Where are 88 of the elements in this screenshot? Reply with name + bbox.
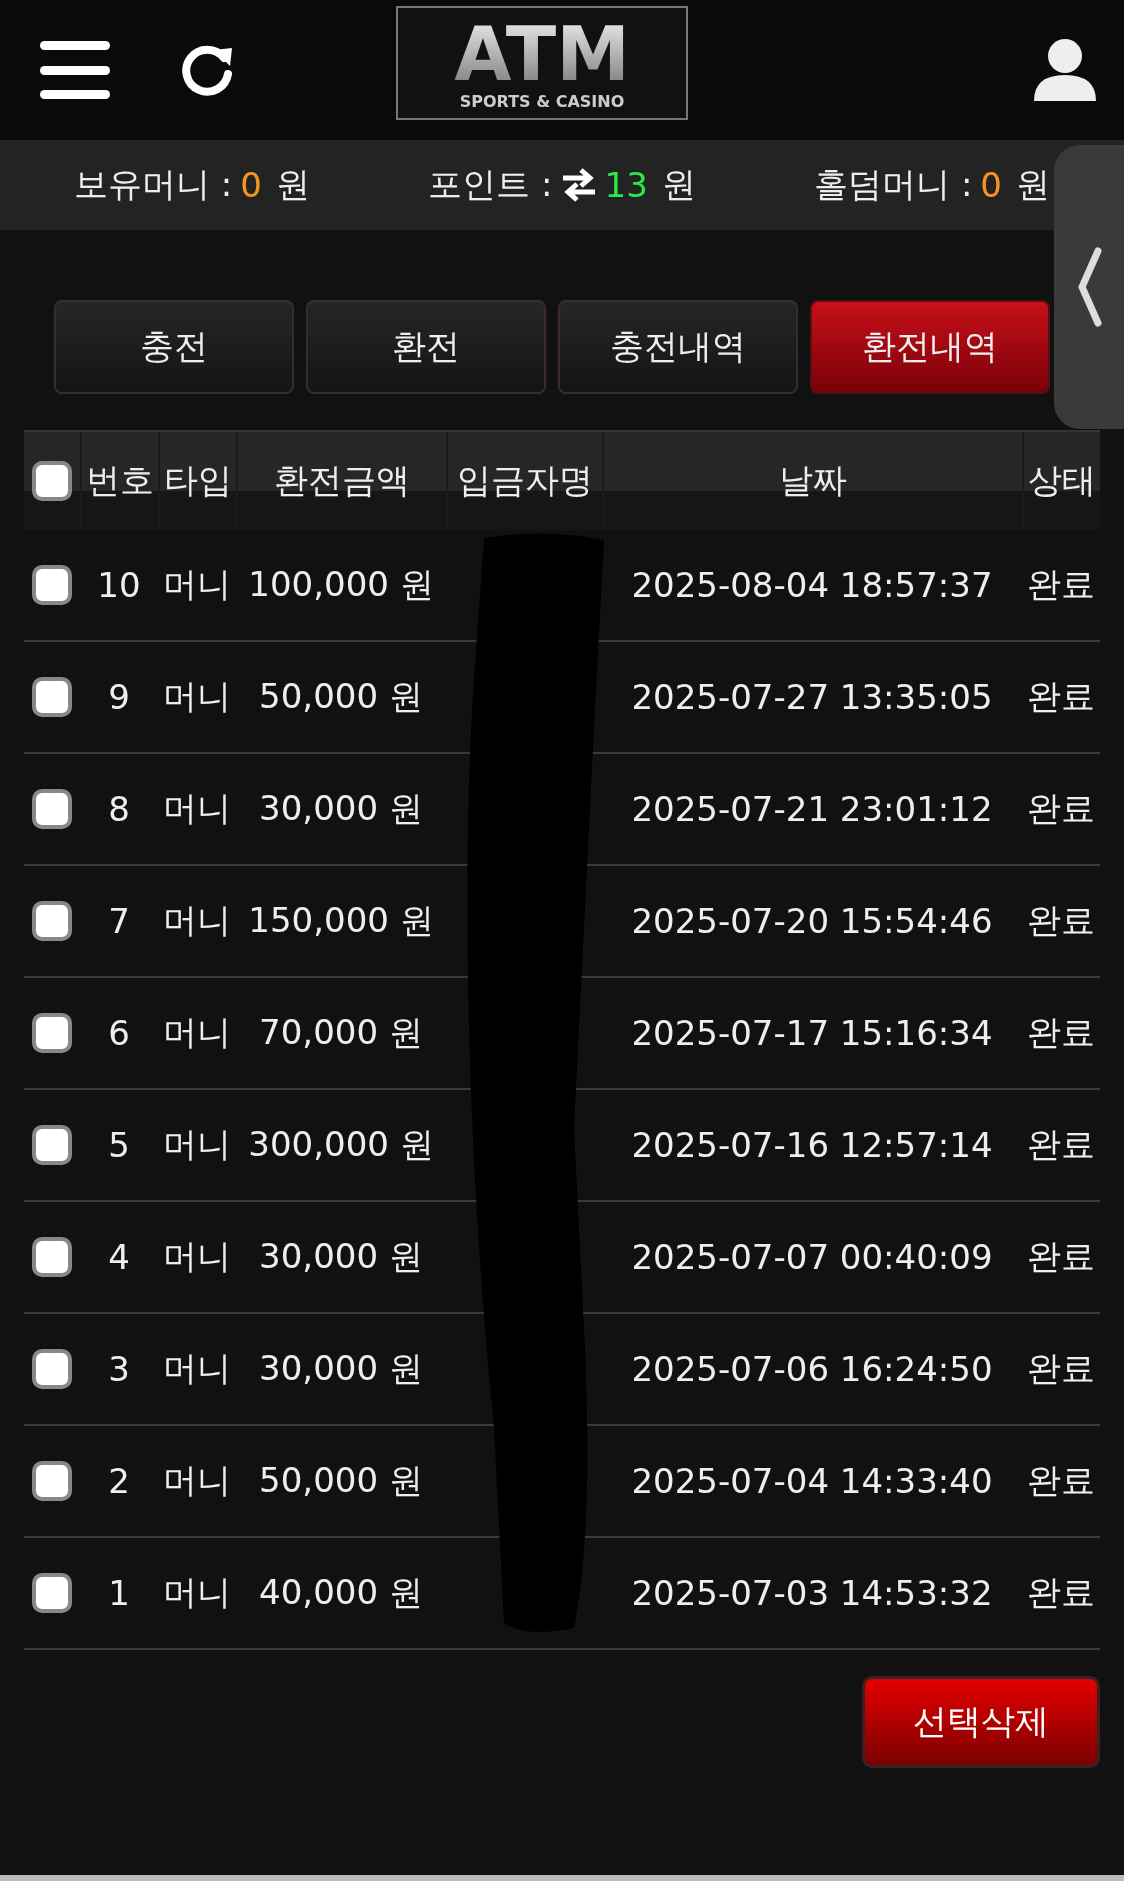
column-header: 환전금액 [236, 432, 446, 530]
checkbox[interactable] [32, 1013, 72, 1053]
delete-selected-button[interactable]: 선택삭제 [862, 1676, 1100, 1768]
table-cell-text: 7 [107, 901, 131, 941]
logo-subtitle: SPORTS & CASINO [459, 91, 625, 111]
tab[interactable]: 환전 [306, 300, 546, 394]
balance-value: 0 [980, 165, 1002, 205]
tab[interactable]: 충전 [54, 300, 294, 394]
table-cell-text: 150,000 원 [247, 899, 435, 942]
currency-unit: 원 [1016, 163, 1050, 206]
balance-label: 보유머니 : [74, 163, 233, 206]
table-cell-text: 2025-07-06 16:24:50 [630, 1349, 994, 1389]
table-cell-text: 30,000 원 [258, 787, 424, 830]
table-cell-text: 8 [107, 789, 131, 829]
table-cell-text: 완료 [1026, 899, 1096, 942]
tab[interactable]: 충전내역 [558, 300, 798, 394]
column-header: 날짜 [602, 432, 1022, 530]
table-cell-text: 2025-07-20 15:54:46 [630, 901, 994, 941]
table-cell-text: 완료 [1026, 1235, 1096, 1278]
table-cell-text: 9 [107, 677, 131, 717]
balance-value: 0 [240, 165, 262, 205]
table-cell-text: 4 [107, 1237, 131, 1277]
table-cell-text: 완료 [1026, 675, 1096, 718]
checkbox[interactable] [32, 1461, 72, 1501]
table-cell-text: 머니 [162, 1571, 232, 1614]
currency-unit: 원 [661, 163, 696, 206]
balance-value: 13 [604, 165, 648, 205]
checkbox[interactable] [32, 1573, 72, 1613]
tab[interactable]: 환전내역 [810, 300, 1050, 394]
logo[interactable]: ATM SPORTS & CASINO [396, 6, 688, 120]
table-cell-text: 머니 [162, 1011, 232, 1054]
checkbox[interactable] [32, 565, 72, 605]
table-cell-text: 완료 [1026, 1571, 1096, 1614]
table-cell-text: 3 [107, 1349, 131, 1389]
column-header: 상태 [1022, 432, 1100, 530]
table-cell-text: 10 [96, 565, 142, 605]
table-cell-text: 300,000 원 [247, 1123, 435, 1166]
table-cell-text: 머니 [162, 563, 232, 606]
table-cell-text: 2025-07-21 23:01:12 [630, 789, 994, 829]
table-cell-text: 완료 [1026, 787, 1096, 830]
currency-unit: 원 [275, 163, 310, 206]
table-cell-text: 머니 [162, 899, 232, 942]
table-cell-text: 완료 [1026, 1123, 1096, 1166]
table-cell-text: 70,000 원 [258, 1011, 424, 1054]
checkbox[interactable] [32, 901, 72, 941]
table-cell-text: 40,000 원 [258, 1571, 424, 1614]
table-cell-text: 6 [107, 1013, 131, 1053]
checkbox[interactable] [32, 1125, 72, 1165]
checkbox[interactable] [32, 461, 72, 501]
table-cell-text: 2025-07-17 15:16:34 [630, 1013, 994, 1053]
chevron-left-icon [1076, 247, 1102, 327]
checkbox[interactable] [32, 1349, 72, 1389]
menu-icon[interactable] [40, 39, 110, 101]
table-cell-text: 2025-08-04 18:57:37 [630, 565, 994, 605]
table-cell-text: 2025-07-27 13:35:05 [630, 677, 994, 717]
table-cell-text: 2025-07-16 12:57:14 [630, 1125, 994, 1165]
table-cell-text: 30,000 원 [258, 1347, 424, 1390]
checkbox[interactable] [32, 789, 72, 829]
table-cell-text: 완료 [1026, 563, 1096, 606]
table-cell-text: 50,000 원 [258, 1459, 424, 1502]
swap-arrows-icon[interactable] [560, 168, 597, 202]
table-cell-text: 100,000 원 [247, 563, 435, 606]
balance-label: 홀덤머니 : [814, 163, 973, 206]
table-cell-text: 완료 [1026, 1011, 1096, 1054]
table-cell-text: 5 [107, 1125, 131, 1165]
table-cell-text: 완료 [1026, 1347, 1096, 1390]
table-cell-text: 50,000 원 [258, 675, 424, 718]
side-panel-toggle[interactable] [1054, 145, 1124, 429]
table-cell-text: 2025-07-07 00:40:09 [630, 1237, 994, 1277]
user-icon[interactable] [1032, 37, 1098, 103]
table-cell-text: 1 [107, 1573, 131, 1613]
table-cell-text: 30,000 원 [258, 1235, 424, 1278]
table-cell-text: 머니 [162, 1347, 232, 1390]
column-header: 입금자명 [446, 432, 602, 530]
table-cell-text: 머니 [162, 1235, 232, 1278]
table-cell-text: 2025-07-04 14:33:40 [630, 1461, 994, 1501]
table-cell-text: 머니 [162, 1459, 232, 1502]
balance-label: 포인트 : [428, 163, 553, 206]
table-cell-text: 머니 [162, 1123, 232, 1166]
column-header: 번호 [80, 432, 158, 530]
checkbox[interactable] [32, 1237, 72, 1277]
table-cell-text: 머니 [162, 787, 232, 830]
table-cell-text: 머니 [162, 675, 232, 718]
table-cell-text: 2025-07-03 14:53:32 [630, 1573, 994, 1613]
checkbox[interactable] [32, 677, 72, 717]
column-header: 타입 [158, 432, 236, 530]
table-cell-text: 2 [107, 1461, 131, 1501]
table-cell-text: 완료 [1026, 1459, 1096, 1502]
